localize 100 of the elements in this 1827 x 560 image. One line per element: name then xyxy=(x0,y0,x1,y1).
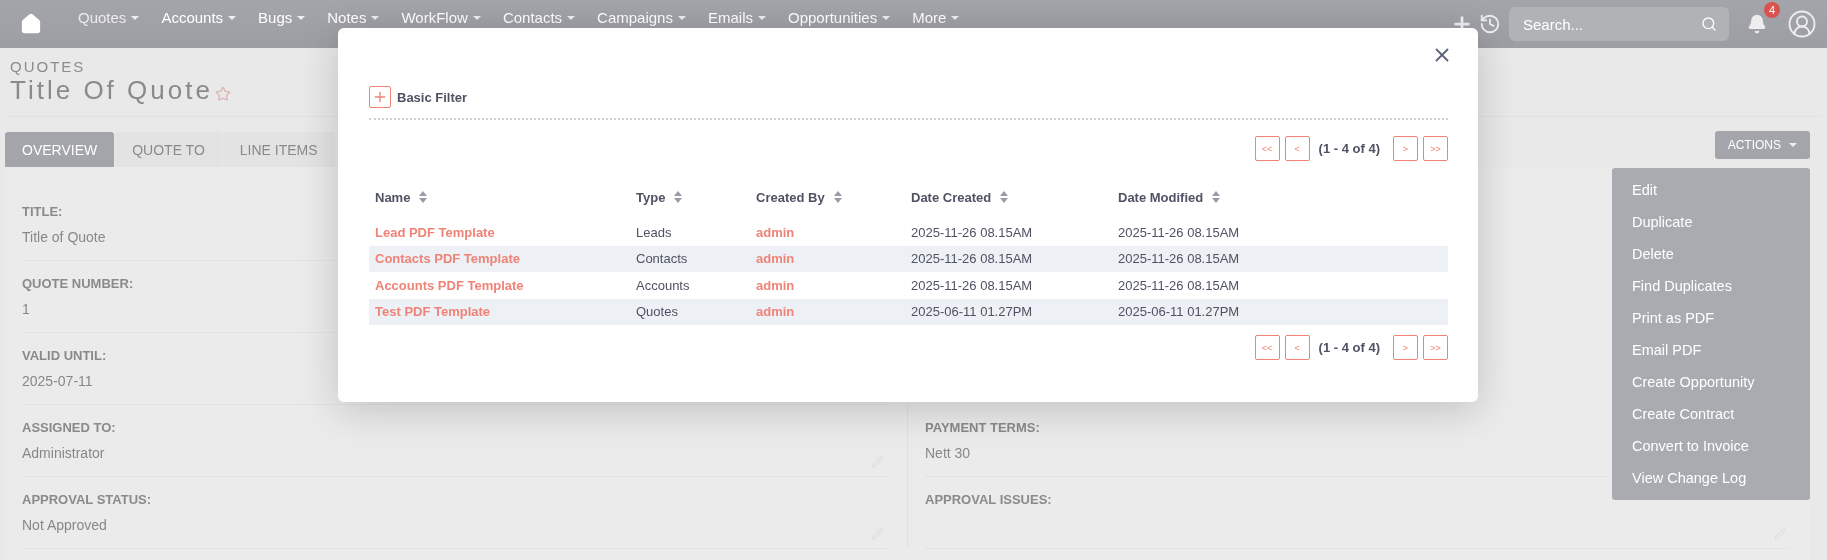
caret-icon xyxy=(472,15,481,20)
table-cell: 2025-11-26 08.15AM xyxy=(1118,251,1240,267)
field-value: Administrator xyxy=(22,445,105,461)
table-cell: 2025-11-26 08.15AM xyxy=(911,251,1033,267)
page-range: (1 - 4 of 4) xyxy=(1318,141,1380,156)
column-header[interactable]: Date Modified xyxy=(1118,189,1204,205)
notification-badge: 4 xyxy=(1764,2,1780,18)
sort-icon[interactable] xyxy=(833,191,842,203)
previous-page-button[interactable]: < xyxy=(1284,136,1310,161)
field-label: TITLE: xyxy=(22,204,63,219)
nav-menu-item[interactable]: More xyxy=(912,9,960,26)
first-page-button[interactable]: << xyxy=(1254,335,1280,360)
table-cell: Quotes xyxy=(636,304,678,320)
basic-filter-link[interactable]: Basic Filter xyxy=(397,89,468,105)
search-field[interactable]: Search... xyxy=(1509,7,1729,41)
caret-icon xyxy=(131,15,140,20)
template-name-link[interactable]: Test PDF Template xyxy=(375,304,491,320)
tab[interactable]: QUOTE TO xyxy=(115,132,222,167)
last-page-button[interactable]: >> xyxy=(1423,136,1448,161)
caret-icon xyxy=(371,15,380,20)
star-icon[interactable] xyxy=(214,86,231,102)
table-cell: Contacts xyxy=(636,251,688,267)
bell-icon[interactable] xyxy=(1747,14,1767,34)
home-icon[interactable] xyxy=(20,13,42,35)
caret-icon xyxy=(677,15,686,20)
last-page-button[interactable]: >> xyxy=(1423,335,1448,360)
template-name-link[interactable]: Lead PDF Template xyxy=(375,224,495,240)
column-header[interactable]: Type xyxy=(636,189,666,205)
field-value: Title of Quote xyxy=(22,229,106,245)
tab[interactable]: OVERVIEW xyxy=(5,132,115,167)
caret-icon xyxy=(951,15,960,20)
column-header[interactable]: Date Created xyxy=(911,189,992,205)
menu-item[interactable]: Print as PDF xyxy=(1612,302,1810,334)
table-cell: Leads xyxy=(636,224,672,240)
creator-link[interactable]: admin xyxy=(756,277,795,293)
column-header[interactable]: Name xyxy=(375,189,411,205)
field-label: PAYMENT TERMS: xyxy=(925,420,1040,435)
field-value: Not Approved xyxy=(22,517,107,533)
field-value: 2025-07-11 xyxy=(22,373,93,389)
caret-icon xyxy=(567,15,576,20)
menu-item[interactable]: Delete xyxy=(1612,238,1810,270)
nav-menu-item[interactable]: Quotes xyxy=(78,9,140,26)
nav-menu-item[interactable]: Notes xyxy=(327,9,380,26)
nav-menu-item[interactable]: Accounts xyxy=(161,9,237,26)
user-avatar-icon[interactable] xyxy=(1787,9,1817,39)
plus-icon xyxy=(372,89,388,105)
record-title: Title Of Quote xyxy=(10,75,213,106)
history-icon[interactable] xyxy=(1479,13,1501,35)
table-cell: 2025-11-26 08.15AM xyxy=(1118,277,1240,293)
caret-icon xyxy=(297,15,306,20)
caret-icon xyxy=(882,15,891,20)
table-cell: 2025-06-11 01.27PM xyxy=(911,304,1033,320)
nav-menu-item[interactable]: Campaigns xyxy=(597,9,686,26)
next-page-button[interactable]: > xyxy=(1393,136,1418,161)
field-value: Nett 30 xyxy=(925,445,971,461)
search-icon[interactable] xyxy=(1701,16,1717,32)
menu-item[interactable]: Create Opportunity xyxy=(1612,366,1810,398)
sort-icon[interactable] xyxy=(1212,191,1221,203)
first-page-button[interactable]: << xyxy=(1254,136,1280,161)
menu-item[interactable]: Find Duplicates xyxy=(1612,270,1810,302)
nav-menu-item[interactable]: Emails xyxy=(707,9,766,26)
field-label: VALID UNTIL: xyxy=(22,348,107,363)
creator-link[interactable]: admin xyxy=(756,224,795,240)
caret-icon xyxy=(757,15,766,20)
nav-menu-item[interactable]: Contacts xyxy=(502,9,576,26)
table-cell: Accounts xyxy=(636,277,690,293)
template-name-link[interactable]: Contacts PDF Template xyxy=(375,251,520,267)
table-cell: 2025-11-26 08.15AM xyxy=(911,224,1033,240)
creator-link[interactable]: admin xyxy=(756,251,795,267)
add-filter-button[interactable] xyxy=(369,86,391,108)
sort-icon[interactable] xyxy=(1000,191,1009,203)
table-cell: 2025-06-11 01.27PM xyxy=(1118,304,1240,320)
creator-link[interactable]: admin xyxy=(756,304,795,320)
table-cell: 2025-11-26 08.15AM xyxy=(911,277,1033,293)
menu-item[interactable]: Convert to Invoice xyxy=(1612,430,1810,462)
field-label: APPROVAL STATUS: xyxy=(22,492,152,507)
nav-menu-item[interactable]: Opportunities xyxy=(787,9,891,26)
tab[interactable]: LINE ITEMS xyxy=(222,132,335,167)
caret-icon xyxy=(1789,143,1797,147)
column-header[interactable]: Created By xyxy=(756,189,825,205)
sort-icon[interactable] xyxy=(419,191,428,203)
menu-item[interactable]: Create Contract xyxy=(1612,398,1810,430)
table-cell: 2025-11-26 08.15AM xyxy=(1118,224,1240,240)
page-range: (1 - 4 of 4) xyxy=(1318,340,1380,355)
nav-menu-item[interactable]: Bugs xyxy=(258,9,306,26)
menu-item[interactable]: Email PDF xyxy=(1612,334,1810,366)
field-value: 1 xyxy=(22,301,30,317)
field-label: ASSIGNED TO: xyxy=(22,420,116,435)
field-label: APPROVAL ISSUES: xyxy=(925,492,1052,507)
menu-item[interactable]: View Change Log xyxy=(1612,462,1810,494)
sort-icon[interactable] xyxy=(674,191,683,203)
nav-menu-item[interactable]: WorkFlow xyxy=(401,9,481,26)
previous-page-button[interactable]: < xyxy=(1284,335,1310,360)
field-label: QUOTE NUMBER: xyxy=(22,276,134,291)
caret-icon xyxy=(228,15,237,20)
actions-button[interactable]: ACTIONS xyxy=(1714,131,1810,159)
menu-item[interactable]: Edit xyxy=(1612,174,1810,206)
template-name-link[interactable]: Accounts PDF Template xyxy=(375,277,524,293)
next-page-button[interactable]: > xyxy=(1393,335,1418,360)
menu-item[interactable]: Duplicate xyxy=(1612,206,1810,238)
